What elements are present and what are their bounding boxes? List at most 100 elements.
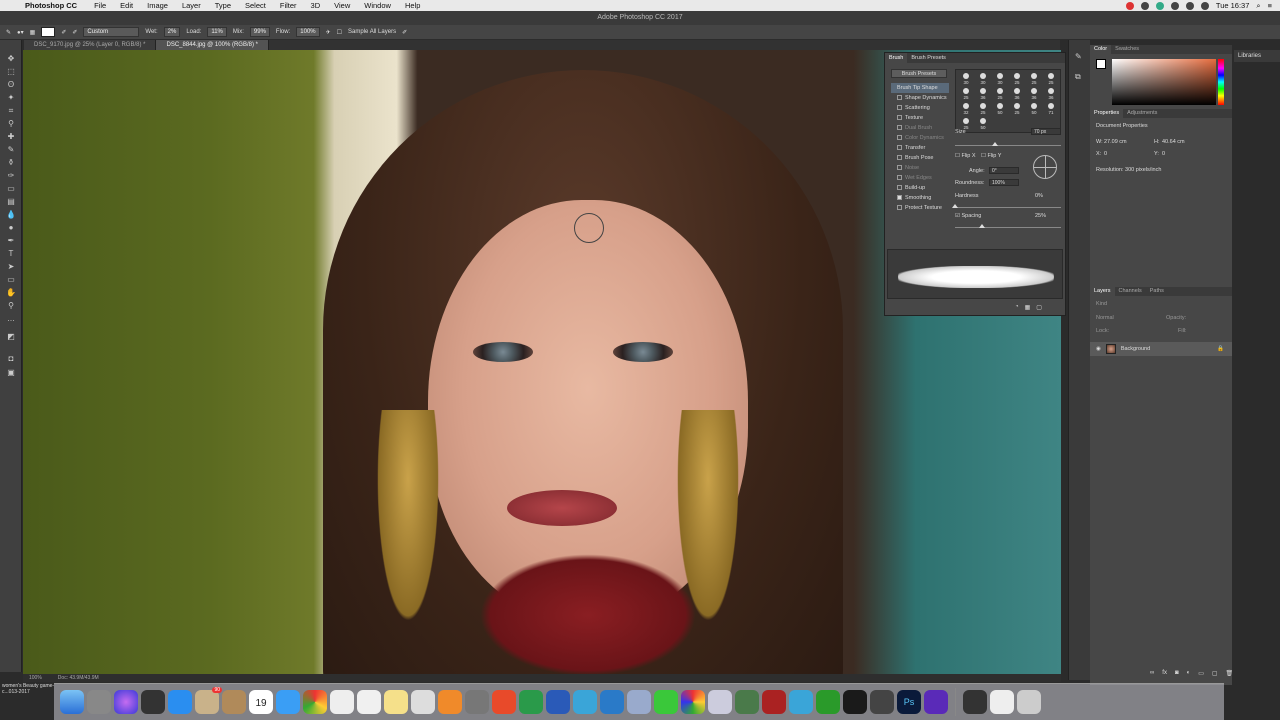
hand-tool-icon[interactable]: ✋ — [4, 288, 18, 298]
spacing-checkbox[interactable]: ☑ Spacing — [955, 213, 981, 219]
toggle-brush-panel-icon[interactable]: ▦ — [30, 29, 36, 36]
ibooks-icon[interactable] — [438, 690, 462, 714]
new-group-icon[interactable]: ▭ — [1198, 670, 1204, 677]
text-edit-icon[interactable] — [330, 690, 354, 714]
app-store-icon[interactable] — [168, 690, 192, 714]
brush-tip-cell[interactable]: 71 — [1043, 102, 1059, 117]
safari-icon[interactable] — [276, 690, 300, 714]
option-checkbox[interactable] — [897, 175, 902, 181]
option-checkbox[interactable] — [897, 135, 902, 141]
adjustment-layer-icon[interactable]: ◐ — [1187, 670, 1191, 677]
trash-icon[interactable] — [1017, 690, 1041, 714]
brush-preset-picker[interactable]: ●▾ — [17, 29, 24, 36]
brush-tip-cell[interactable]: 25 — [1043, 72, 1059, 87]
photos-icon[interactable] — [681, 690, 705, 714]
zoom-tool-icon[interactable]: ⚲ — [4, 301, 18, 311]
notification-center-icon[interactable]: ≡ — [1268, 1, 1272, 10]
word-icon[interactable] — [546, 690, 570, 714]
calendar-icon[interactable]: 19 — [249, 690, 273, 714]
volume-icon[interactable] — [1185, 1, 1194, 10]
add-mask-icon[interactable]: ◙ — [1175, 670, 1179, 677]
clone-source-icon[interactable]: ⧉ — [1075, 72, 1081, 82]
new-layer-icon[interactable]: ▢ — [1212, 670, 1218, 677]
brush-tip-cell[interactable]: 25 — [992, 87, 1008, 102]
brush-grid-icon[interactable]: ▦ — [1025, 304, 1031, 311]
spacing-slider-thumb[interactable] — [978, 224, 985, 228]
notes-folder-icon[interactable] — [222, 690, 246, 714]
itunes-icon[interactable] — [357, 690, 381, 714]
tab-adjustments[interactable]: Adjustments — [1123, 109, 1161, 118]
layer-row-background[interactable]: ◉ Background 🔒 — [1090, 342, 1232, 356]
tab-color[interactable]: Color — [1090, 45, 1112, 54]
system-preferences-icon[interactable] — [465, 690, 489, 714]
clean-brush-icon[interactable]: ✐ — [72, 29, 77, 36]
minimized-window-icon[interactable] — [963, 690, 987, 714]
option-checkbox[interactable] — [897, 95, 902, 101]
color-field[interactable] — [1112, 59, 1216, 105]
blur-tool-icon[interactable]: 💧 — [4, 210, 18, 220]
brush-option-scattering[interactable]: Scattering — [891, 103, 949, 113]
globe-app-icon[interactable] — [600, 690, 624, 714]
brush-tip-cell[interactable]: 30 — [992, 72, 1008, 87]
menu-clock[interactable]: Tue 16:37 — [1216, 1, 1250, 10]
tab-paths[interactable]: Paths — [1146, 287, 1168, 296]
status-icon[interactable] — [1155, 1, 1164, 10]
wet-field[interactable]: 2% — [163, 27, 181, 37]
size-slider-thumb[interactable] — [992, 142, 999, 146]
menu-edit[interactable]: Edit — [113, 1, 140, 10]
flip-y-checkbox[interactable]: ☐ Flip Y — [981, 153, 1001, 159]
option-checkbox[interactable] — [897, 165, 902, 171]
layer-name[interactable]: Background — [1121, 346, 1150, 352]
option-checkbox[interactable] — [897, 145, 902, 151]
hardness-slider-track[interactable] — [955, 207, 1061, 208]
finder-icon[interactable] — [60, 690, 84, 714]
gradient-tool-icon[interactable]: ▤ — [4, 197, 18, 207]
mix-field[interactable]: 99% — [249, 27, 270, 37]
document-tab[interactable]: DSC_9170.jpg @ 25% (Layer 0, RGB/8) * — [24, 40, 157, 50]
facetime-icon[interactable] — [654, 690, 678, 714]
menu-type[interactable]: Type — [208, 1, 238, 10]
brush-tip-cell[interactable]: 30 — [975, 72, 991, 87]
brush-option-smoothing[interactable]: Smoothing — [891, 193, 949, 203]
brush-option-wet-edges[interactable]: Wet Edges — [891, 173, 949, 183]
height-field[interactable]: 40.64 cm — [1162, 139, 1185, 145]
clone-stamp-tool-icon[interactable]: ⚱ — [4, 158, 18, 168]
link-layers-icon[interactable]: ∞ — [1150, 670, 1154, 677]
menu-view[interactable]: View — [327, 1, 357, 10]
crop-tool-icon[interactable]: ⌗ — [4, 106, 18, 116]
airbrush-icon[interactable]: ✈ — [326, 29, 331, 36]
brush-option-shape-dynamics[interactable]: Shape Dynamics — [891, 93, 949, 103]
status-icon[interactable] — [1140, 1, 1149, 10]
powerpoint-icon[interactable] — [492, 690, 516, 714]
spacing-slider-track[interactable] — [955, 227, 1061, 228]
menu-filter[interactable]: Filter — [273, 1, 304, 10]
marquee-tool-icon[interactable]: ⬚ — [4, 67, 18, 77]
width-field[interactable]: 27.09 cm — [1104, 139, 1127, 145]
utility-app-icon[interactable] — [627, 690, 651, 714]
hue-slider[interactable] — [1218, 59, 1224, 105]
eraser-tool-icon[interactable]: ▭ — [4, 184, 18, 194]
option-checkbox[interactable] — [897, 205, 902, 211]
brush-tip-cell[interactable]: 30 — [958, 72, 974, 87]
lasso-tool-icon[interactable]: ʘ — [4, 80, 18, 90]
toggle-live-tip-icon[interactable]: ◔ — [1015, 304, 1019, 311]
brush-tip-cell[interactable]: 25 — [975, 102, 991, 117]
size-slider-track[interactable] — [955, 145, 1061, 146]
menu-file[interactable]: File — [87, 1, 113, 10]
foreground-color-swatch[interactable] — [1096, 59, 1106, 69]
siri-icon[interactable] — [114, 690, 138, 714]
new-brush-icon[interactable]: ▢ — [1036, 304, 1042, 311]
brush-option-texture[interactable]: Texture — [891, 113, 949, 123]
brush-option-build-up[interactable]: Build-up — [891, 183, 949, 193]
activity-monitor-icon[interactable] — [843, 690, 867, 714]
brush-tip-cell[interactable]: 25 — [1026, 72, 1042, 87]
quick-selection-tool-icon[interactable]: ✦ — [4, 93, 18, 103]
brush-option-noise[interactable]: Noise — [891, 163, 949, 173]
menu-window[interactable]: Window — [357, 1, 398, 10]
brush-tip-cell[interactable]: 25 — [1009, 72, 1025, 87]
option-checkbox[interactable] — [897, 185, 902, 191]
tab-brush[interactable]: Brush — [885, 53, 908, 63]
preview-icon[interactable] — [411, 690, 435, 714]
load-brush-icon[interactable]: ✐ — [61, 29, 66, 36]
history-brush-tool-icon[interactable]: ✑ — [4, 171, 18, 181]
